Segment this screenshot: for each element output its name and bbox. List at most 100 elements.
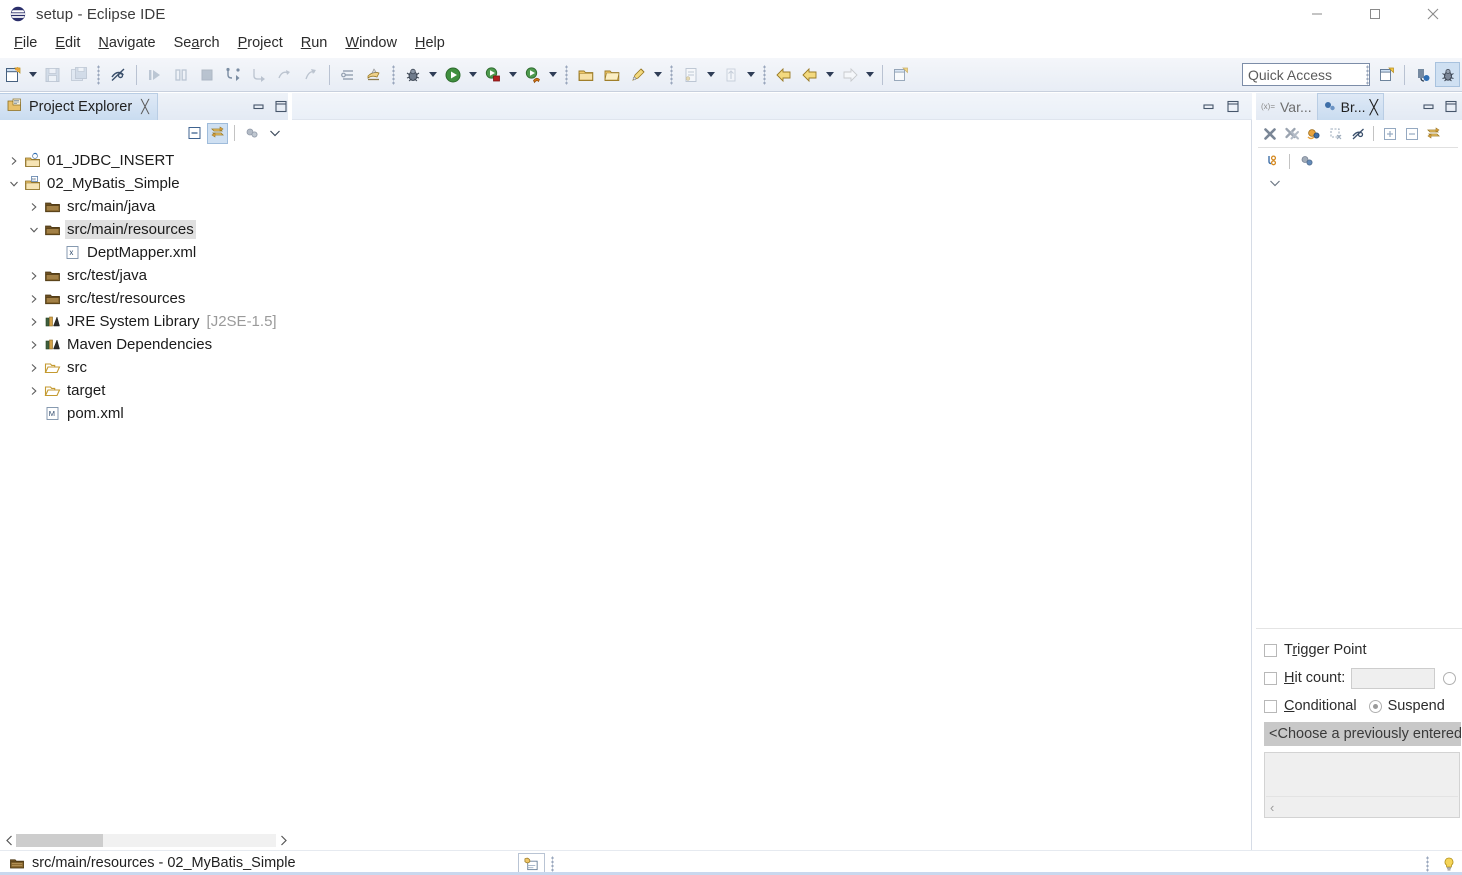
forward-arrow-icon[interactable]	[838, 63, 862, 87]
close-window-button[interactable]	[1404, 0, 1462, 28]
debug-dropdown-arrow[interactable]	[426, 63, 440, 87]
collapse-all-icon[interactable]	[1401, 123, 1422, 144]
menu-edit[interactable]: Edit	[46, 33, 89, 53]
working-set-icon[interactable]	[1296, 151, 1317, 172]
chevron-right-icon[interactable]	[26, 333, 42, 356]
minimize-window-button[interactable]	[1288, 0, 1346, 28]
menu-search[interactable]: Search	[165, 33, 229, 53]
step-into-icon[interactable]	[247, 63, 271, 87]
skip-all-breakpoints-icon[interactable]	[1347, 123, 1368, 144]
run-play-icon[interactable]	[441, 63, 465, 87]
menu-project[interactable]: Project	[229, 33, 292, 53]
task-icon[interactable]	[362, 63, 386, 87]
chevron-down-icon[interactable]	[264, 123, 285, 144]
mark-occurrences-icon[interactable]	[106, 63, 130, 87]
suspend-thread-radio[interactable]	[1443, 671, 1456, 685]
hit-count-row[interactable]: Hit count:	[1264, 664, 1462, 692]
pin-editor-icon[interactable]	[889, 63, 913, 87]
project-tree[interactable]: 01_JDBC_INSERT M 02_MyBatis_Simple src/m…	[0, 146, 292, 830]
remove-breakpoint-icon[interactable]	[1259, 123, 1280, 144]
chevron-down-icon[interactable]	[26, 218, 42, 241]
tree-row[interactable]: src	[0, 356, 292, 379]
package-icon[interactable]	[574, 63, 598, 87]
java-exception-breakpoint-icon[interactable]	[1262, 151, 1283, 172]
tab-variables[interactable]: (x)= Var...	[1256, 93, 1317, 120]
back-dropdown-arrow[interactable]	[823, 63, 837, 87]
scroll-left-icon[interactable]	[2, 835, 16, 846]
open-perspective-icon[interactable]	[1374, 62, 1399, 87]
condition-combo[interactable]: <Choose a previously entered condition>	[1264, 722, 1461, 746]
maximize-window-button[interactable]	[1346, 0, 1404, 28]
menu-run[interactable]: Run	[292, 33, 337, 53]
suspend-icon[interactable]	[169, 63, 193, 87]
close-icon[interactable]: ╳	[1370, 99, 1378, 116]
tree-row[interactable]: src/main/java	[0, 195, 292, 218]
minimize-debug-view-button[interactable]	[1422, 100, 1435, 113]
tree-row[interactable]: M pom.xml	[0, 402, 292, 425]
step-over-icon[interactable]	[273, 63, 297, 87]
remove-all-breakpoints-icon[interactable]	[1281, 123, 1302, 144]
editor-empty-body[interactable]	[292, 120, 1252, 850]
java-perspective-icon[interactable]	[1410, 62, 1435, 87]
close-icon[interactable]: ╳	[141, 99, 149, 115]
coverage-icon[interactable]	[521, 63, 545, 87]
menu-navigate[interactable]: Navigate	[89, 33, 164, 53]
tree-row[interactable]: M 02_MyBatis_Simple	[0, 172, 292, 195]
conditional-row[interactable]: Conditional Suspend	[1264, 692, 1462, 720]
link-with-editor-icon[interactable]	[207, 122, 228, 144]
chevron-right-icon[interactable]	[6, 149, 22, 172]
chevron-right-icon[interactable]	[26, 264, 42, 287]
external-tools-dropdown-arrow[interactable]	[506, 63, 520, 87]
hit-count-input[interactable]	[1351, 667, 1435, 689]
chevron-right-icon[interactable]	[26, 379, 42, 402]
condition-code-editor[interactable]: ‹	[1264, 752, 1460, 818]
open-type-dropdown-arrow[interactable]	[704, 63, 718, 87]
new-file-dropdown-arrow[interactable]	[26, 63, 40, 87]
tree-row[interactable]: JRE System Library [J2SE-1.5]	[0, 310, 292, 333]
terminate-icon[interactable]	[195, 63, 219, 87]
save-icon[interactable]	[41, 63, 65, 87]
chevron-right-icon[interactable]	[26, 195, 42, 218]
link-with-editor-icon[interactable]	[1423, 123, 1444, 144]
menu-file[interactable]: File	[5, 33, 46, 53]
quick-access-input[interactable]: Quick Access	[1242, 63, 1370, 86]
chevron-right-icon[interactable]	[26, 287, 42, 310]
link-debug-view-icon[interactable]	[1303, 123, 1324, 144]
forward-dropdown-arrow[interactable]	[863, 63, 877, 87]
tree-row[interactable]: 01_JDBC_INSERT	[0, 149, 292, 172]
chevron-right-icon[interactable]	[26, 356, 42, 379]
minimize-view-button[interactable]	[252, 100, 265, 113]
suspend-radio[interactable]	[1368, 699, 1382, 713]
tab-breakpoints[interactable]: Br... ╳	[1316, 93, 1384, 120]
trigger-point-checkbox[interactable]	[1264, 643, 1277, 657]
conditional-checkbox[interactable]	[1264, 699, 1277, 713]
step-return-icon[interactable]	[299, 63, 323, 87]
previous-annotation-dropdown-arrow[interactable]	[744, 63, 758, 87]
menu-window[interactable]: Window	[336, 33, 406, 53]
coverage-dropdown-arrow[interactable]	[546, 63, 560, 87]
menu-help[interactable]: Help	[406, 33, 454, 53]
tree-row[interactable]: x DeptMapper.xml	[0, 241, 292, 264]
skip-breakpoints-icon[interactable]	[336, 63, 360, 87]
breakpoints-list[interactable]	[1256, 192, 1462, 628]
scroll-left-icon[interactable]: ‹	[1270, 800, 1274, 815]
chevron-down-icon[interactable]	[6, 172, 22, 195]
chevron-right-icon[interactable]	[26, 310, 42, 333]
search-icon[interactable]	[626, 63, 650, 87]
hscroll-track[interactable]	[16, 834, 276, 847]
filter-breakpoints-icon[interactable]	[1325, 123, 1346, 144]
maximize-debug-view-button[interactable]	[1445, 100, 1458, 113]
lightbulb-icon[interactable]	[1435, 853, 1462, 874]
tree-row[interactable]: src/test/resources	[0, 287, 292, 310]
open-type-icon[interactable]	[679, 63, 703, 87]
focus-task-icon[interactable]	[241, 123, 262, 144]
step-into-selection-icon[interactable]	[221, 63, 245, 87]
save-all-icon[interactable]	[67, 63, 91, 87]
maximize-view-button[interactable]	[275, 100, 288, 113]
hit-count-checkbox[interactable]	[1264, 671, 1277, 685]
tab-project-explorer[interactable]: Project Explorer ╳	[0, 93, 158, 120]
external-tools-icon[interactable]	[481, 63, 505, 87]
debug-bug-icon[interactable]	[401, 63, 425, 87]
tree-row[interactable]: src/test/java	[0, 264, 292, 287]
back-arrow-icon[interactable]	[772, 63, 796, 87]
